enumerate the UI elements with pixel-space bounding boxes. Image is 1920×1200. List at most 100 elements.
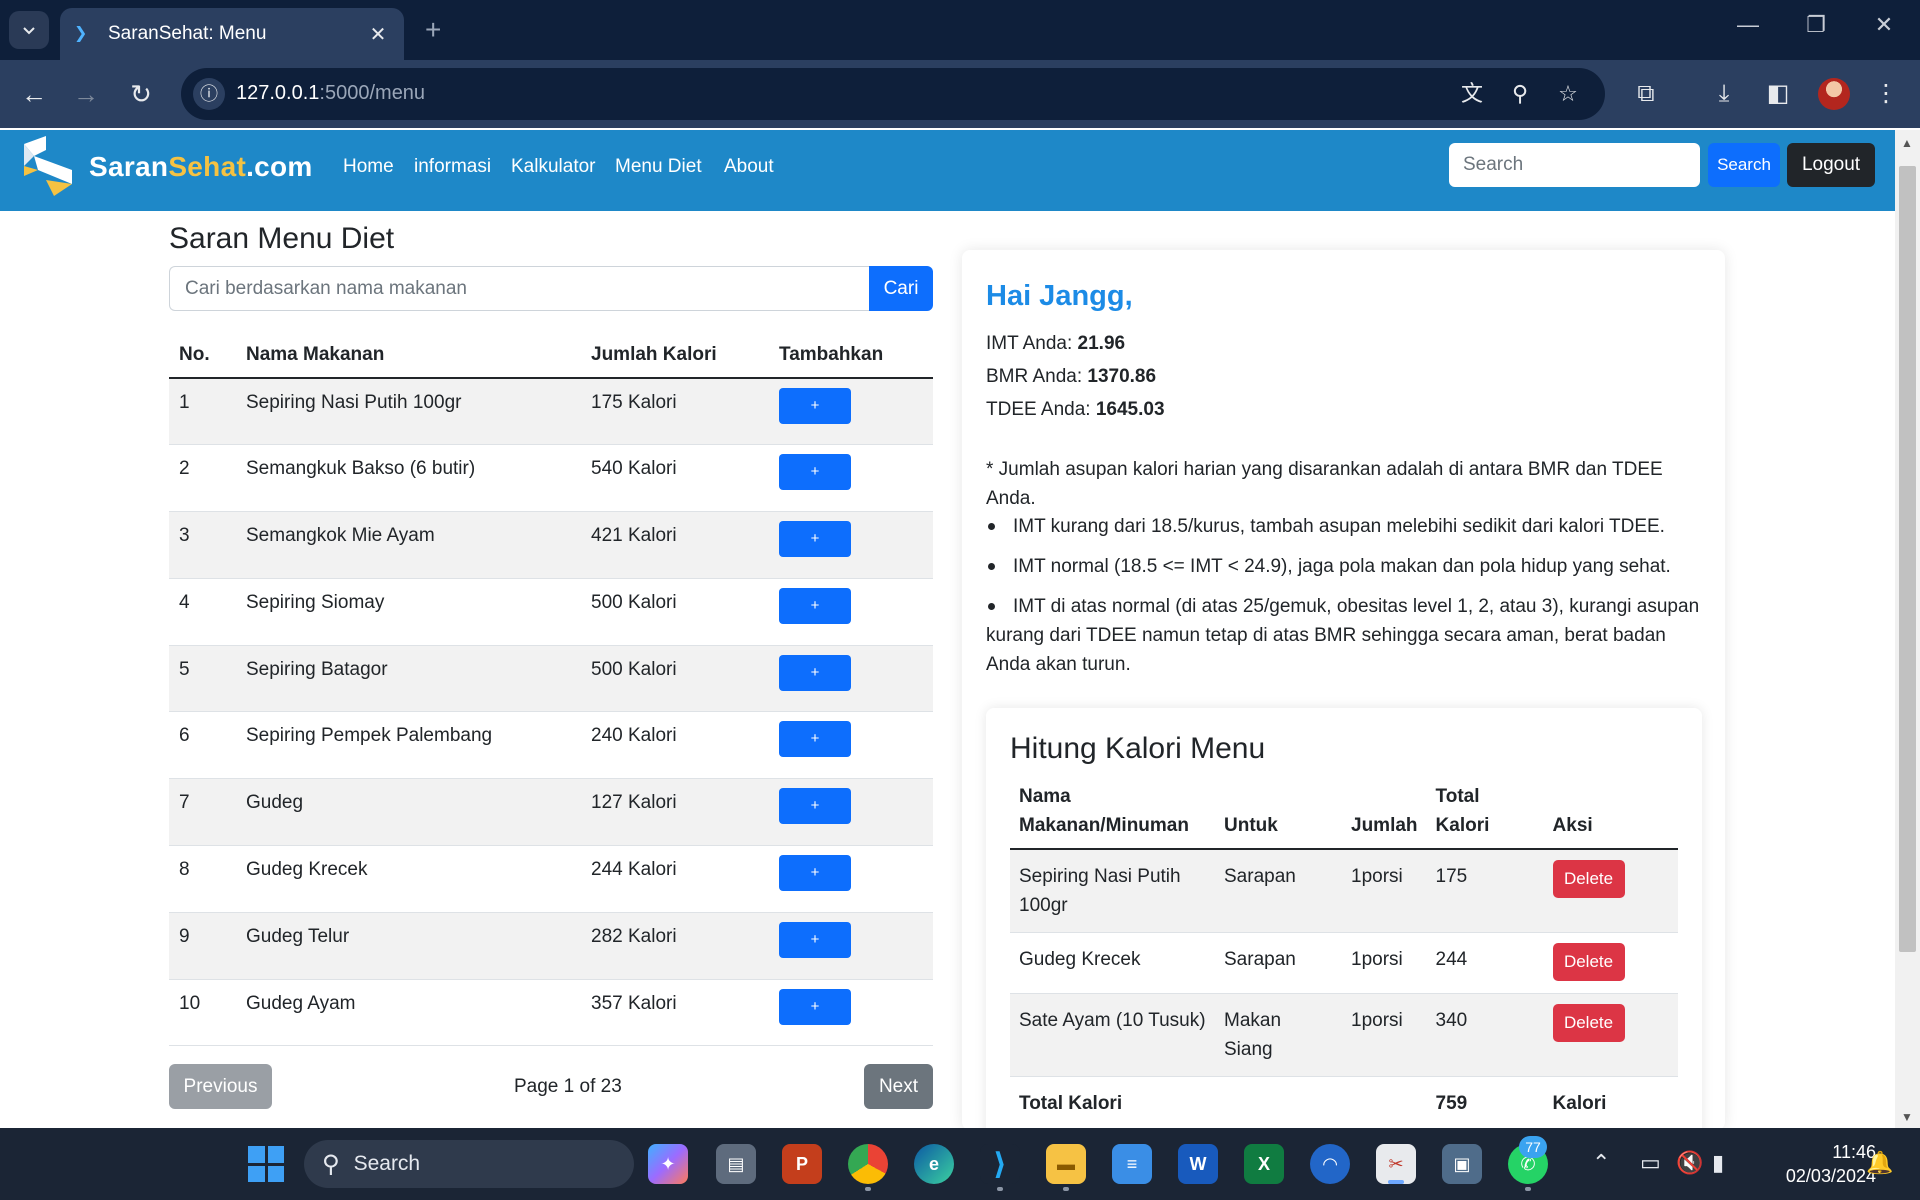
- minimize-icon[interactable]: —: [1728, 12, 1768, 38]
- saransehat-logo-icon[interactable]: [24, 136, 72, 196]
- add-cell: +: [769, 711, 933, 780]
- nav-link-informasi[interactable]: informasi: [414, 156, 491, 178]
- scrollbar-thumb[interactable]: [1899, 166, 1916, 952]
- download-icon[interactable]: ⤓: [1708, 78, 1740, 110]
- clock-time: 11:46: [1832, 1142, 1876, 1162]
- network-icon[interactable]: ▭: [1640, 1150, 1661, 1176]
- notepad-icon[interactable]: ≡: [1112, 1144, 1152, 1184]
- delete-button[interactable]: Delete: [1552, 1004, 1625, 1042]
- back-arrow-icon[interactable]: ←: [18, 78, 50, 110]
- zoom-out-icon[interactable]: ⚲: [1506, 80, 1534, 108]
- system-clock[interactable]: 11:46 02/03/2024: [1758, 1140, 1876, 1188]
- brand-name[interactable]: SaranSehat.com: [89, 151, 313, 183]
- taskbar-search-label: Search: [353, 1152, 421, 1175]
- item-calories: 175: [1426, 849, 1544, 933]
- window-close-icon[interactable]: ✕: [1864, 12, 1904, 38]
- site-info-icon[interactable]: ⓘ: [193, 78, 225, 110]
- add-food-button[interactable]: +: [779, 855, 851, 892]
- file-explorer-icon[interactable]: ▬: [1046, 1144, 1086, 1184]
- add-food-button[interactable]: +: [779, 587, 851, 624]
- bookmark-star-icon[interactable]: ☆: [1554, 80, 1582, 108]
- snipping-tool-icon[interactable]: ✂: [1376, 1144, 1416, 1184]
- nav-link-home[interactable]: Home: [343, 156, 394, 178]
- add-food-button[interactable]: +: [779, 654, 851, 691]
- taskbar-search[interactable]: ⚲ Search: [304, 1140, 634, 1188]
- powerpoint-icon[interactable]: P: [782, 1144, 822, 1184]
- add-food-button[interactable]: +: [779, 454, 851, 491]
- food-search-input[interactable]: Cari berdasarkan nama makanan: [169, 266, 870, 311]
- advice-item: IMT normal (18.5 <= IMT < 24.9), jaga po…: [986, 552, 1702, 581]
- chevron-up-icon[interactable]: ⌃: [1592, 1150, 1610, 1176]
- advice-item: IMT di atas normal (di atas 25/gemuk, ob…: [986, 592, 1702, 679]
- add-food-button[interactable]: +: [779, 788, 851, 825]
- food-search-button[interactable]: Cari: [869, 266, 933, 311]
- remote-desktop-icon[interactable]: ▣: [1442, 1144, 1482, 1184]
- brand-main: Saran: [89, 151, 169, 182]
- edge-icon[interactable]: e: [914, 1144, 954, 1184]
- table-row: 2 Semangkuk Bakso (6 butir) 540 Kalori +: [169, 444, 933, 513]
- previous-page-button[interactable]: Previous: [169, 1064, 272, 1109]
- brand-tail: .com: [246, 151, 313, 182]
- column-header-jumlah: Jumlah: [1342, 774, 1427, 850]
- battery-icon[interactable]: ▮: [1712, 1150, 1724, 1176]
- add-cell: +: [769, 778, 933, 847]
- browser-app-icon[interactable]: ◠: [1310, 1144, 1350, 1184]
- menu-kebab-icon[interactable]: ⋮: [1870, 78, 1902, 110]
- nav-link-kalkulator[interactable]: Kalkulator: [511, 156, 596, 178]
- plus-icon[interactable]: +: [425, 14, 441, 46]
- volume-muted-icon[interactable]: 🔇: [1676, 1150, 1703, 1176]
- table-row: 3 Semangkok Mie Ayam 421 Kalori +: [169, 511, 933, 579]
- excel-icon[interactable]: X: [1244, 1144, 1284, 1184]
- word-icon[interactable]: W: [1178, 1144, 1218, 1184]
- scroll-down-arrow-icon[interactable]: ▼: [1901, 1110, 1913, 1124]
- logout-button[interactable]: Logout: [1787, 143, 1875, 187]
- chrome-icon[interactable]: [848, 1144, 888, 1184]
- row-number: 7: [169, 778, 236, 847]
- bmr-value: 1370.86: [1087, 366, 1157, 387]
- add-food-button[interactable]: +: [779, 988, 851, 1025]
- nav-link-about[interactable]: About: [724, 156, 774, 178]
- address-bar[interactable]: ⓘ 127.0.0.1:5000/menu 文 ⚲ ☆: [181, 68, 1605, 120]
- forward-arrow-icon[interactable]: →: [70, 78, 102, 110]
- nav-link-menu-diet[interactable]: Menu Diet: [615, 156, 702, 178]
- next-page-button[interactable]: Next: [864, 1064, 933, 1109]
- add-food-button[interactable]: +: [779, 521, 851, 558]
- delete-button[interactable]: Delete: [1552, 860, 1625, 898]
- add-food-button[interactable]: +: [779, 721, 851, 758]
- browser-tab-active[interactable]: ❯ SaranSehat: Menu ✕: [60, 8, 404, 60]
- restore-icon[interactable]: ❐: [1796, 12, 1836, 38]
- table-row: 6 Sepiring Pempek Palembang 240 Kalori +: [169, 711, 933, 780]
- vscode-icon[interactable]: ⟩: [980, 1144, 1020, 1184]
- scroll-up-arrow-icon[interactable]: ▲: [1901, 136, 1913, 150]
- food-name: Gudeg Telur: [236, 912, 581, 980]
- notification-bell-icon[interactable]: 🔔: [1866, 1150, 1893, 1176]
- imt-label: IMT Anda:: [986, 333, 1078, 354]
- table-row: 4 Sepiring Siomay 500 Kalori +: [169, 578, 933, 646]
- translate-icon[interactable]: 文: [1458, 80, 1486, 108]
- tab-search-button[interactable]: [9, 11, 49, 49]
- row-number: 3: [169, 511, 236, 579]
- page-scrollbar[interactable]: ▲ ▼: [1895, 130, 1920, 1128]
- clock-date: 02/03/2024: [1785, 1166, 1876, 1186]
- reload-icon[interactable]: ↻: [125, 78, 157, 110]
- chevron-down-icon: [23, 27, 35, 35]
- site-search-button[interactable]: Search: [1708, 143, 1780, 187]
- food-table-header: No. Nama Makanan Jumlah Kalori Tambahkan: [169, 333, 933, 379]
- add-food-button[interactable]: +: [779, 388, 851, 424]
- item-name: Gudeg Krecek: [1010, 932, 1215, 994]
- windows-start-icon[interactable]: [248, 1146, 284, 1182]
- table-row: 10 Gudeg Ayam 357 Kalori +: [169, 979, 933, 1047]
- copilot-icon[interactable]: ✦: [648, 1144, 688, 1184]
- side-panel-icon[interactable]: ◧: [1762, 78, 1794, 110]
- site-search-input[interactable]: Search: [1449, 143, 1700, 187]
- url-host: 127.0.0.1: [236, 82, 320, 104]
- add-food-button[interactable]: +: [779, 921, 851, 958]
- profile-avatar[interactable]: [1818, 78, 1850, 110]
- column-header-total-kalori: Total Kalori: [1426, 774, 1544, 850]
- item-meal: Sarapan: [1215, 932, 1342, 994]
- close-icon[interactable]: ✕: [366, 22, 390, 47]
- delete-button[interactable]: Delete: [1552, 943, 1625, 981]
- file-stack-icon[interactable]: ▤: [716, 1144, 756, 1184]
- url-text[interactable]: 127.0.0.1:5000/menu: [236, 82, 425, 105]
- extensions-icon[interactable]: ⧉: [1630, 78, 1662, 110]
